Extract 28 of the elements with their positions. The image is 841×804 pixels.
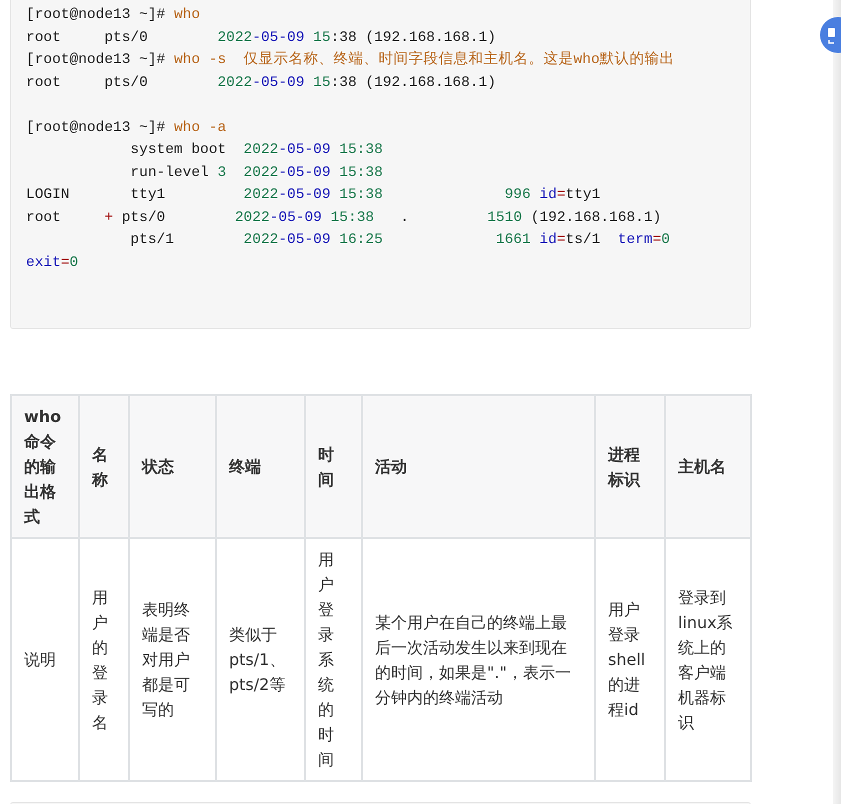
column-header: who命令的输出格式 [11, 395, 79, 538]
column-header: 状态 [129, 395, 216, 538]
floating-button[interactable] [820, 17, 841, 53]
column-header: 活动 [362, 395, 595, 538]
column-header: 名称 [79, 395, 129, 538]
code-line: [root@node13 ~]# who -s 仅显示名称、终端、时间字段信息和主机名。这是who默认的输出 [26, 50, 675, 70]
code-line: root pts/0 2022-05-09 15:38 (192.168.168.1) [26, 28, 496, 48]
table-cell: 说明 [11, 538, 79, 781]
code-line: system boot 2022-05-09 15:38 [129, 141, 383, 160]
code-line: root + pts/0 2022-05-09 15:38 . 1510 (192.168.168.1) [26, 208, 662, 228]
column-header: 时间 [305, 395, 362, 538]
table-cell: 某个用户在自己的终端上最后一次活动发生以来到现在的时间，如果是"."，表示一分钟内的终端活动 [362, 538, 595, 781]
column-header: 进程标识 [595, 395, 665, 538]
table-cell: 类似于pts/1、pts/2等 [216, 538, 305, 781]
table-cell: 登录到linux系统上的客户端机器标识 [665, 538, 751, 781]
code-line: pts/1 2022-05-09 16:25 1661 id=ts/1 term=0 [129, 231, 670, 250]
code-line: run-level 3 2022-05-09 15:38 [129, 164, 383, 182]
table-cell: 用户登录系统的时间 [305, 538, 362, 781]
table-cell: 用户登录shell的进程id [595, 538, 665, 781]
table-cell: 表明终端是否对用户都是可写的 [129, 538, 216, 781]
code-line: exit=0 [26, 254, 78, 272]
column-header: 主机名 [665, 395, 751, 538]
code-line: LOGIN tty1 2022-05-09 15:38 996 id=tty1 [26, 186, 600, 205]
code-line: [root@node13 ~]# who [26, 6, 200, 25]
code-line: [root@node13 ~]# who -a [26, 118, 226, 138]
column-header: 终端 [216, 395, 305, 538]
code-line: root pts/0 2022-05-09 15:38 (192.168.168.1) [26, 74, 496, 92]
table-cell: 用户的登录名 [79, 538, 129, 781]
